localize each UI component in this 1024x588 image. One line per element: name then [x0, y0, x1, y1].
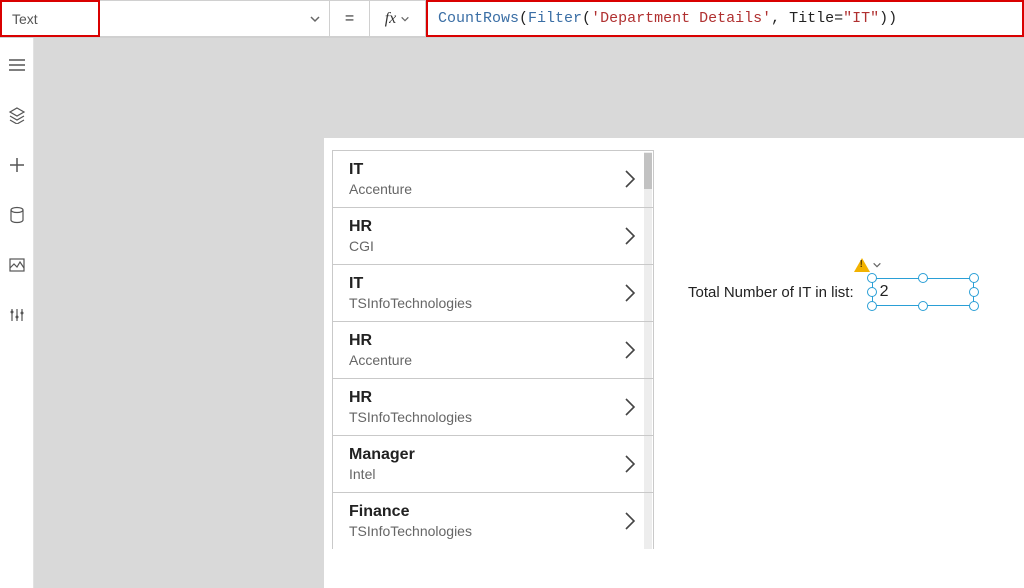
fx-label: fx: [385, 10, 397, 28]
workspace: IT Accenture HR CGI IT TSInfoTechnolog: [0, 38, 1024, 588]
chevron-right-icon: [623, 225, 637, 247]
list-item-title: Manager: [349, 446, 415, 464]
list-item[interactable]: HR CGI: [333, 208, 653, 265]
media-icon[interactable]: [8, 256, 26, 274]
list-item-subtitle: TSInfoTechnologies: [349, 523, 472, 539]
formula-token: (: [519, 10, 528, 27]
equals-sign: =: [345, 10, 354, 28]
warning-badge[interactable]: [854, 258, 882, 272]
list-item-title: HR: [349, 389, 472, 407]
list-item-title: HR: [349, 332, 412, 350]
chevron-down-icon: [309, 13, 321, 25]
list-item-subtitle: Accenture: [349, 181, 412, 197]
gallery-list[interactable]: IT Accenture HR CGI IT TSInfoTechnolog: [332, 150, 654, 549]
selected-label-control[interactable]: 2: [872, 278, 974, 306]
resize-handle[interactable]: [867, 301, 877, 311]
formula-token: )): [879, 10, 897, 27]
formula-token: CountRows: [438, 10, 519, 27]
list-item[interactable]: HR TSInfoTechnologies: [333, 379, 653, 436]
resize-handle[interactable]: [969, 287, 979, 297]
chevron-down-icon: [872, 260, 882, 270]
chevron-right-icon: [623, 453, 637, 475]
chevron-down-icon: [400, 14, 410, 24]
list-item[interactable]: Finance TSInfoTechnologies: [333, 493, 653, 549]
resize-handle[interactable]: [969, 301, 979, 311]
fx-button[interactable]: fx: [370, 0, 426, 37]
result-label: Total Number of IT in list:: [688, 284, 854, 301]
formula-token: (: [582, 10, 591, 27]
list-item-subtitle: TSInfoTechnologies: [349, 409, 472, 425]
resize-handle[interactable]: [867, 273, 877, 283]
formula-token: Title: [789, 10, 834, 27]
property-name: Text: [12, 11, 38, 27]
list-item-subtitle: Accenture: [349, 352, 412, 368]
left-rail: [0, 38, 34, 588]
tree-icon[interactable]: [8, 56, 26, 74]
canvas[interactable]: IT Accenture HR CGI IT TSInfoTechnolog: [34, 38, 1024, 588]
equals-label: =: [330, 0, 370, 37]
formula-token: Filter: [528, 10, 582, 27]
list-item-title: HR: [349, 218, 374, 236]
chevron-right-icon: [623, 339, 637, 361]
list-item-title: IT: [349, 161, 412, 179]
list-item[interactable]: Manager Intel: [333, 436, 653, 493]
formula-token: 'Department Details': [591, 10, 771, 27]
property-dropdown-extension[interactable]: [100, 0, 330, 37]
data-icon[interactable]: [8, 206, 26, 224]
resize-handle[interactable]: [969, 273, 979, 283]
plus-icon[interactable]: [8, 156, 26, 174]
list-item[interactable]: HR Accenture: [333, 322, 653, 379]
formula-bar: Text = fx CountRows(Filter('Department D…: [0, 0, 1024, 38]
screen-surface: IT Accenture HR CGI IT TSInfoTechnolog: [324, 138, 1024, 588]
warning-icon: [854, 258, 870, 272]
formula-token: ,: [771, 10, 789, 27]
layers-icon[interactable]: [8, 106, 26, 124]
list-item-title: IT: [349, 275, 472, 293]
resize-handle[interactable]: [867, 287, 877, 297]
formula-token: "IT": [843, 10, 879, 27]
list-item-subtitle: Intel: [349, 466, 415, 482]
list-item-subtitle: CGI: [349, 238, 374, 254]
chevron-right-icon: [623, 510, 637, 532]
resize-handle[interactable]: [918, 273, 928, 283]
result-value: 2: [880, 283, 889, 301]
list-item[interactable]: IT TSInfoTechnologies: [333, 265, 653, 322]
result-row: Total Number of IT in list: 2: [688, 278, 974, 306]
formula-token: =: [834, 10, 843, 27]
list-item-title: Finance: [349, 503, 472, 521]
list-item-subtitle: TSInfoTechnologies: [349, 295, 472, 311]
formula-input[interactable]: CountRows(Filter('Department Details', T…: [426, 0, 1024, 37]
chevron-right-icon: [623, 396, 637, 418]
list-item[interactable]: IT Accenture: [333, 151, 653, 208]
chevron-right-icon: [623, 168, 637, 190]
property-dropdown[interactable]: Text: [0, 0, 100, 37]
resize-handle[interactable]: [918, 301, 928, 311]
settings-icon[interactable]: [8, 306, 26, 324]
chevron-right-icon: [623, 282, 637, 304]
